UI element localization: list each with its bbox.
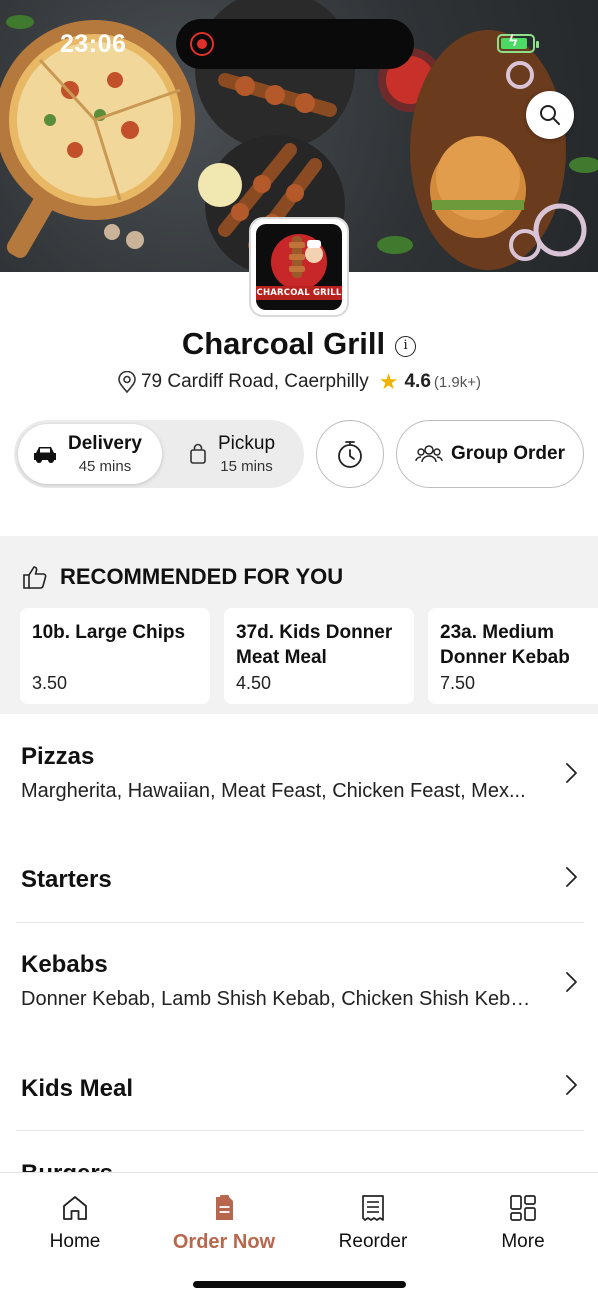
recording-icon	[190, 32, 214, 56]
location-pin-icon	[118, 371, 136, 393]
logo-text: CHARCOAL GRILL	[256, 286, 342, 300]
bag-icon	[190, 443, 206, 464]
chevron-right-icon	[566, 1075, 577, 1095]
recommended-item-price: 7.50	[440, 673, 476, 693]
category-name: Burgers	[21, 1160, 113, 1172]
rating-count: (1.9k+)	[433, 373, 482, 391]
category-description: Margherita, Hawaiian, Meat Feast, Chicke…	[21, 780, 526, 802]
recommended-card[interactable]: 10b. Large Chips 3.50	[20, 608, 210, 704]
home-indicator[interactable]	[193, 1281, 406, 1288]
dynamic-island	[176, 19, 414, 69]
recommended-item-name: 23a. Medium Donner Kebab	[440, 622, 570, 668]
car-icon	[34, 447, 56, 463]
restaurant-title-row: Charcoal Grill	[0, 326, 598, 362]
recommended-item-price: 4.50	[236, 673, 272, 693]
recommended-item-price: 3.50	[32, 673, 68, 693]
nav-label: Home	[49, 1231, 101, 1252]
search-button[interactable]	[526, 91, 574, 139]
info-icon[interactable]	[395, 335, 417, 357]
nav-label: Order Now	[172, 1231, 276, 1253]
category-row-kids-meal[interactable]: Kids Meal	[16, 1037, 584, 1130]
category-name: Pizzas	[21, 743, 95, 770]
pickup-label: Pickup	[218, 433, 276, 454]
nav-reorder[interactable]: Reorder	[298, 1193, 448, 1253]
nav-label: More	[501, 1231, 545, 1252]
group-icon	[415, 445, 443, 463]
recommended-section: RECOMMENDED FOR YOU 10b. Large Chips 3.5…	[0, 536, 598, 714]
grid-icon	[510, 1195, 536, 1221]
restaurant-name: Charcoal Grill	[181, 326, 386, 361]
restaurant-address: 79 Cardiff Road, Caerphilly	[140, 371, 369, 392]
recommended-header: RECOMMENDED FOR YOU	[22, 564, 343, 590]
chevron-right-icon	[566, 763, 577, 783]
star-icon: ★	[378, 369, 399, 394]
delivery-time: 45 mins	[78, 458, 132, 475]
restaurant-logo: CHARCOAL GRILL	[249, 217, 349, 317]
chevron-right-icon	[566, 972, 577, 992]
status-bar-time: 23:06	[60, 30, 127, 58]
category-name: Starters	[21, 866, 112, 893]
category-row-burgers[interactable]: Burgers	[16, 1131, 584, 1172]
category-row-pizzas[interactable]: Pizzas Margherita, Hawaiian, Meat Feast,…	[16, 714, 584, 828]
recommended-card[interactable]: 23a. Medium Donner Kebab 7.50	[428, 608, 598, 704]
category-row-kebabs[interactable]: Kebabs Donner Kebab, Lamb Shish Kebab, C…	[16, 923, 584, 1037]
nav-home[interactable]: Home	[0, 1193, 150, 1253]
thumbs-up-icon	[23, 566, 47, 589]
category-description: Donner Kebab, Lamb Shish Kebab, Chicken …	[21, 988, 531, 1010]
receipt-icon	[362, 1195, 384, 1221]
nav-order-now[interactable]: Order Now	[149, 1193, 299, 1254]
delivery-option[interactable]: Delivery 45 mins	[18, 424, 162, 484]
pickup-option[interactable]: Pickup 15 mins	[174, 424, 300, 484]
category-name: Kids Meal	[21, 1075, 134, 1102]
stopwatch-icon	[338, 441, 362, 468]
delivery-label: Delivery	[68, 433, 142, 454]
recommended-card[interactable]: 37d. Kids Donner Meat Meal 4.50	[224, 608, 414, 704]
search-icon	[540, 105, 560, 125]
recommended-title: RECOMMENDED FOR YOU	[60, 564, 344, 589]
nav-label: Reorder	[338, 1231, 408, 1252]
group-order-button[interactable]: Group Order	[396, 420, 584, 488]
chevron-right-icon	[566, 867, 577, 887]
order-mode-toggle: Delivery 45 mins Pickup 15 mins	[14, 420, 304, 488]
pickup-time: 15 mins	[220, 458, 273, 475]
home-icon	[63, 1196, 87, 1220]
category-name: Kebabs	[21, 951, 108, 978]
order-icon	[216, 1195, 233, 1220]
schedule-button[interactable]	[316, 420, 384, 488]
address-rating-row: 79 Cardiff Road, Caerphilly ★ 4.6 (1.9k+…	[0, 369, 598, 395]
group-order-label: Group Order	[450, 443, 565, 464]
recommended-item-name: 10b. Large Chips	[32, 622, 186, 643]
recommended-item-name: 37d. Kids Donner Meat Meal	[236, 622, 393, 668]
battery-icon: ϟ	[497, 33, 539, 53]
nav-more[interactable]: More	[448, 1193, 598, 1253]
category-row-starters[interactable]: Starters	[16, 828, 584, 922]
rating-value: 4.6	[404, 371, 431, 392]
